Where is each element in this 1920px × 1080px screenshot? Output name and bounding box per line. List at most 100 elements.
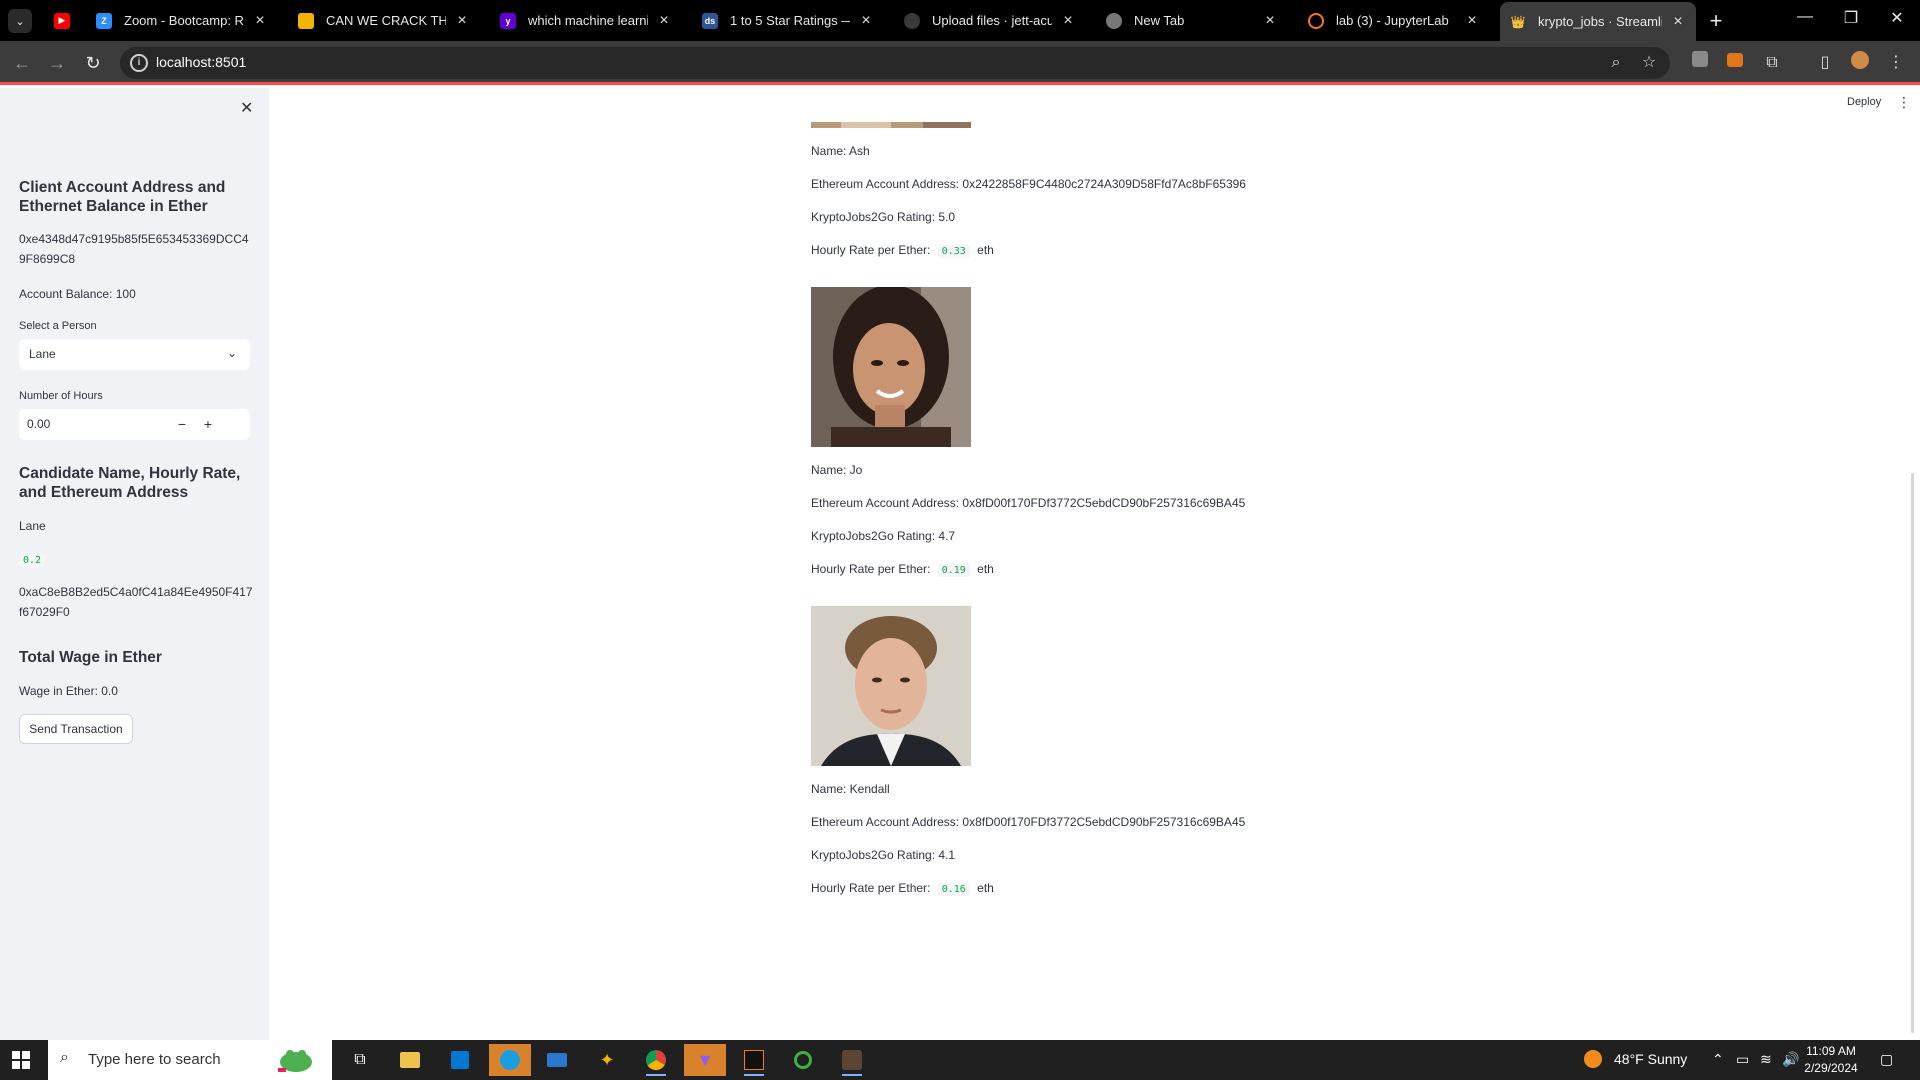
- tab-ratings[interactable]: ds 1 to 5 Star Ratings — Cl ×: [692, 0, 884, 41]
- bookmark-star-icon[interactable]: ☆: [1637, 51, 1661, 75]
- file-explorer-icon[interactable]: [394, 1044, 426, 1076]
- hours-value[interactable]: 0.00: [27, 417, 50, 431]
- wifi-icon[interactable]: ≋: [1760, 1051, 1772, 1068]
- jupyter-taskbar-icon[interactable]: [787, 1044, 819, 1076]
- store-icon[interactable]: [444, 1044, 476, 1076]
- candidate-rating-jo: KryptoJobs2Go Rating: 4.7: [811, 529, 956, 543]
- profile-avatar-icon[interactable]: [1848, 51, 1872, 75]
- send-transaction-button[interactable]: Send Transaction: [19, 714, 133, 744]
- zoom-lens-icon[interactable]: ⌕: [1604, 51, 1628, 75]
- pinwheel-app-icon[interactable]: ✦: [591, 1044, 623, 1076]
- doc-icon: ds: [702, 12, 718, 29]
- candidate-photo-jo: [811, 287, 971, 447]
- task-view-icon[interactable]: ⧉: [344, 1044, 376, 1076]
- tab-search-button[interactable]: ⌄: [8, 9, 32, 33]
- close-icon[interactable]: ×: [1060, 12, 1076, 30]
- wage-heading: Total Wage in Ether: [19, 649, 162, 666]
- rate-label: Hourly Rate per Ether:: [811, 881, 931, 895]
- weather-text[interactable]: 48°F Sunny: [1614, 1051, 1687, 1067]
- sidebar: ✕ Client Account Address and Ethernet Ba…: [0, 88, 269, 1040]
- globe-icon: [1106, 12, 1122, 29]
- metamask-fox-icon[interactable]: [1723, 51, 1747, 75]
- taskbar: ⌕ Type here to search ⧉ ✦ ▼ 48°F Sunny ⌃…: [0, 1040, 1920, 1080]
- mail-icon[interactable]: [541, 1044, 573, 1076]
- menu-kebab-icon[interactable]: ⋮: [1884, 51, 1908, 75]
- minimize-button[interactable]: —: [1790, 8, 1820, 26]
- new-tab-button[interactable]: +: [1703, 8, 1729, 34]
- rate-unit: eth: [977, 562, 994, 576]
- terminal-app-icon[interactable]: [738, 1044, 770, 1076]
- puzzle-extensions-icon[interactable]: ⧉: [1760, 51, 1784, 75]
- close-icon[interactable]: ×: [1670, 13, 1686, 31]
- candidate-rate-row-jo: Hourly Rate per Ether: 0.19 eth: [811, 562, 994, 577]
- site-info-icon[interactable]: i: [130, 54, 148, 72]
- notification-icon[interactable]: ▢: [1880, 1051, 1893, 1068]
- url-text[interactable]: localhost:8501: [156, 54, 246, 70]
- youtube-icon: ▶: [54, 12, 70, 29]
- taskbar-search-box[interactable]: ⌕ Type here to search: [48, 1040, 332, 1080]
- tab-title: Upload files · jett-acuna/: [932, 13, 1052, 28]
- close-icon[interactable]: ×: [1464, 12, 1480, 30]
- slides-icon: [298, 12, 314, 29]
- side-panel-icon[interactable]: ▯: [1813, 51, 1837, 75]
- windows-start-icon[interactable]: [12, 1051, 30, 1069]
- jupyter-icon: [1308, 12, 1324, 29]
- close-icon[interactable]: ×: [252, 12, 268, 30]
- candidate-photo-ash: [811, 88, 971, 128]
- reload-icon[interactable]: ↻: [81, 51, 105, 75]
- rate-unit: eth: [977, 243, 994, 257]
- restore-button[interactable]: ❐: [1836, 8, 1866, 28]
- tab-title: which machine learning: [528, 13, 648, 28]
- candidate-rate-row-kendall: Hourly Rate per Ether: 0.16 eth: [811, 881, 994, 896]
- client-heading: Client Account Address and Ethernet Bala…: [19, 179, 226, 215]
- candidate-heading: Candidate Name, Hourly Rate, and Ethereu…: [19, 465, 241, 501]
- close-icon[interactable]: ×: [454, 12, 470, 30]
- hours-label: Number of Hours: [19, 390, 103, 402]
- tab-new-tab[interactable]: New Tab ×: [1096, 0, 1288, 41]
- tab-streamlit[interactable]: 👑 krypto_jobs · Streamlit ×: [1500, 2, 1696, 41]
- close-icon[interactable]: ×: [656, 12, 672, 30]
- rate-value: 0.19: [937, 564, 970, 577]
- tab-github[interactable]: Upload files · jett-acuna/ ×: [894, 0, 1086, 41]
- back-arrow-icon[interactable]: ←: [10, 51, 34, 75]
- tab-yahoo[interactable]: y which machine learning ×: [490, 0, 682, 41]
- tab-jupyterlab[interactable]: lab (3) - JupyterLab ×: [1298, 0, 1490, 41]
- account-balance: Account Balance: 100: [19, 287, 136, 301]
- forward-arrow-icon[interactable]: →: [45, 51, 69, 75]
- tab-title: CAN WE CRACK THE CO: [326, 13, 446, 28]
- scrollbar[interactable]: [1911, 473, 1914, 1033]
- candidate-name-ash: Name: Ash: [811, 144, 870, 158]
- increment-button[interactable]: +: [195, 412, 221, 436]
- vpn-app-icon[interactable]: ▼: [684, 1044, 726, 1076]
- tab-zoom[interactable]: Z Zoom - Bootcamp: RICE ×: [86, 0, 278, 41]
- decrement-button[interactable]: −: [169, 412, 195, 436]
- streamlit-icon: 👑: [1510, 14, 1526, 29]
- select-person-dropdown[interactable]: Lane ⌄: [19, 339, 250, 370]
- candidate-rating-kendall: KryptoJobs2Go Rating: 4.1: [811, 848, 956, 862]
- search-highlight-frog-icon: [268, 1044, 324, 1076]
- address-bar[interactable]: i localhost:8501: [120, 47, 1670, 79]
- tab-title: New Tab: [1134, 13, 1185, 28]
- rate-value: 0.33: [937, 245, 970, 258]
- extension-icon[interactable]: [1688, 51, 1712, 75]
- search-placeholder: Type here to search: [88, 1051, 221, 1068]
- tab-title: 1 to 5 Star Ratings — Cl: [730, 13, 850, 28]
- clock[interactable]: 11:09 AM 2/29/2024: [1796, 1043, 1866, 1077]
- sidebar-close-icon[interactable]: ✕: [240, 98, 253, 118]
- chrome-icon[interactable]: [640, 1044, 672, 1076]
- deploy-button[interactable]: Deploy: [1847, 96, 1881, 108]
- close-icon[interactable]: ×: [858, 12, 874, 30]
- tab-slides[interactable]: CAN WE CRACK THE CO ×: [288, 0, 480, 41]
- meet-now-icon[interactable]: ▭: [1736, 1051, 1749, 1068]
- close-icon[interactable]: ×: [1262, 12, 1278, 30]
- chevron-up-icon[interactable]: ⌃: [1712, 1051, 1724, 1068]
- app-menu-icon[interactable]: ⋮: [1897, 94, 1911, 111]
- tab-youtube[interactable]: ▶: [44, 0, 82, 41]
- rate-value: 0.16: [937, 883, 970, 896]
- window-close-button[interactable]: ✕: [1882, 8, 1912, 28]
- client-address: 0xe4348d47c9195b85f5E653453369DCC49F8699…: [19, 232, 249, 266]
- hours-number-input[interactable]: 0.00 − +: [19, 409, 250, 440]
- ganache-app-icon[interactable]: [836, 1044, 868, 1076]
- rate-label: Hourly Rate per Ether:: [811, 243, 931, 257]
- edge-icon[interactable]: [489, 1044, 531, 1076]
